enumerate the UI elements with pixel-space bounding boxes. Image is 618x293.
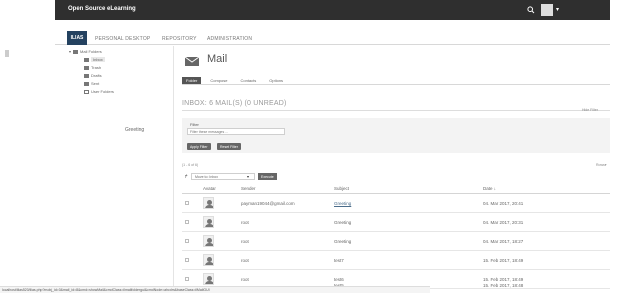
date: 04. Mar 2017, 18:27 (483, 239, 524, 244)
date: 04. Mar 2017, 20:31 (483, 220, 524, 225)
header-sender[interactable]: Sender (241, 186, 256, 191)
table-row[interactable]: root Greeting 04. Mar 2017, 20:31 (182, 213, 610, 232)
reset-filter-button[interactable]: Reset Filter (217, 143, 241, 150)
nav-repository[interactable]: REPOSITORY (162, 36, 197, 42)
browser-status-url: localhost/ilias520/ilias.php?mobj_id=0&m… (0, 286, 430, 293)
avatar (203, 197, 214, 209)
sender: root (241, 220, 249, 225)
tree-item-drafts-label: Drafts (91, 73, 102, 78)
chevron-down-icon[interactable]: ▾ (247, 174, 249, 179)
pencil-icon (84, 73, 89, 78)
tree-item-trash[interactable]: Trash (84, 65, 101, 70)
header-avatar: Avatar (203, 186, 216, 191)
tree-root[interactable]: ▾ Mail Folders (69, 49, 102, 54)
sender: root (241, 239, 249, 244)
tree-item-user-folders[interactable]: User Folders (84, 89, 114, 94)
row-checkbox[interactable] (185, 258, 189, 262)
row-count: (1 - 6 of 6) (182, 163, 199, 167)
chevron-down-icon: ▾ (604, 163, 607, 167)
tree-item-sent-label: Sent (91, 81, 100, 86)
tab-compose[interactable]: Compose (206, 77, 231, 84)
table-row[interactable]: payman19044@gmail.com Greeting 04. Mar 2… (182, 194, 610, 213)
header-subject[interactable]: Subject (334, 186, 349, 191)
folder-icon (73, 49, 79, 54)
nav-personal-desktop[interactable]: PERSONAL DESKTOP (95, 36, 150, 42)
rows-per-page-link[interactable]: Rows▾ (596, 163, 607, 167)
mail-icon (184, 56, 200, 66)
row-checkbox[interactable] (185, 239, 189, 243)
table-row[interactable]: root Greeting 04. Mar 2017, 18:27 (182, 232, 610, 251)
page-title: Mail (207, 53, 228, 65)
panel-divider[interactable] (173, 46, 174, 293)
tree-item-user-folders-label: User Folders (91, 89, 114, 94)
rows-label: Rows (596, 163, 605, 167)
bulk-action-select[interactable]: Move to: Inbox (191, 173, 255, 180)
trash-icon (84, 65, 89, 70)
avatar (203, 216, 214, 228)
search-icon[interactable] (527, 6, 535, 14)
send-icon (84, 81, 89, 86)
user-avatar[interactable] (541, 4, 553, 16)
tree-item-sent[interactable]: Sent (84, 81, 99, 86)
date: 15. Feb 2017, 18:49 (483, 258, 524, 263)
sidebar-toggle-icon[interactable] (5, 50, 10, 57)
sender: root (241, 258, 249, 263)
tabs-separator (182, 84, 610, 85)
folder-heading: INBOX: 6 MAIL(S) (0 UNREAD) (182, 100, 287, 107)
ilias-logo[interactable]: ILIAS (67, 31, 87, 45)
tree-root-label: Mail Folders (80, 49, 102, 54)
filter-input[interactable] (187, 128, 285, 135)
table-row[interactable]: root test7 15. Feb 2017, 18:49 (182, 251, 610, 270)
hide-filter-link[interactable]: Hide Filter (582, 108, 598, 112)
subject-link[interactable]: test7 (334, 258, 344, 263)
row-checkbox[interactable] (185, 277, 189, 281)
heading-separator (182, 110, 610, 111)
mail-tabs: Folder Compose Contacts Options (182, 77, 287, 84)
tab-contacts[interactable]: Contacts (236, 77, 260, 84)
mail-preview-subject: Greeting (125, 127, 145, 133)
nav-administration[interactable]: ADMINISTRATION (207, 36, 252, 42)
tree-item-drafts[interactable]: Drafts (84, 73, 102, 78)
header-date[interactable]: Date ↓ (483, 186, 496, 191)
execute-button[interactable]: Execute (258, 173, 277, 180)
tree-item-trash-label: Trash (91, 65, 102, 70)
date: 15. Feb 2017, 18:48 (483, 283, 524, 288)
filter-panel (182, 118, 610, 153)
chevron-down-icon[interactable]: ▾ (556, 6, 559, 13)
tree-item-inbox[interactable]: Inbox (84, 57, 105, 62)
app-title: Open Source eLearning (68, 6, 136, 12)
tab-options[interactable]: Options (265, 77, 287, 84)
avatar (203, 235, 214, 247)
folder-outline-icon (84, 89, 89, 94)
bulk-action-arrow-icon: ↱ (184, 174, 189, 180)
subject-link[interactable]: Greeting (334, 201, 351, 206)
row-checkbox[interactable] (185, 220, 189, 224)
sort-down-icon: ↓ (493, 186, 497, 191)
row-checkbox[interactable] (185, 201, 189, 205)
collapse-icon: ▾ (69, 49, 72, 54)
tree-item-inbox-label: Inbox (91, 57, 105, 62)
subject-link[interactable]: Greeting (334, 239, 351, 244)
subject-link[interactable]: Greeting (334, 220, 351, 225)
apply-filter-button[interactable]: Apply Filter (187, 143, 211, 150)
inbox-icon (84, 57, 89, 62)
avatar (203, 254, 214, 266)
tab-folder[interactable]: Folder (182, 77, 202, 84)
filter-label: Filter (190, 122, 199, 127)
header-date-label: Date (483, 186, 493, 191)
date: 04. Mar 2017, 20:41 (483, 201, 524, 206)
sender: payman19044@gmail.com (241, 201, 295, 206)
